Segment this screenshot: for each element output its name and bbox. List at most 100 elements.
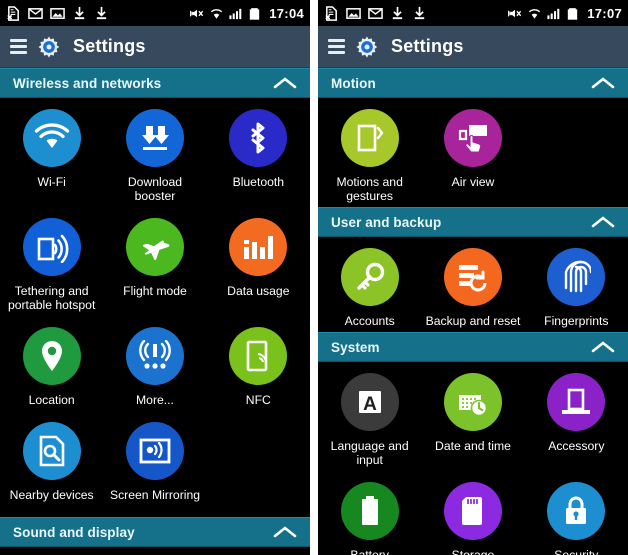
more-networks-icon [125, 327, 184, 385]
battery-icon [340, 482, 399, 540]
grid-item-accessory[interactable]: Accessory [525, 362, 628, 471]
settings-grid-user-backup: Accounts Backup and reset Fingerprints [318, 237, 628, 332]
grid-item-backup-and-reset[interactable]: Backup and reset [421, 237, 524, 332]
grid-item-data-usage[interactable]: Data usage [207, 207, 310, 316]
grid-item-label: Language and input [330, 439, 409, 467]
download-icon [96, 6, 107, 19]
grid-item-nfc[interactable]: NFC [207, 316, 310, 411]
page-title: Settings [391, 36, 464, 56]
section-header-user-and-backup[interactable]: User and backup [318, 207, 628, 237]
status-bar-right-icons: 17:07 [508, 6, 622, 21]
status-bar-right: 17:07 [318, 0, 628, 26]
download-booster-icon [125, 109, 184, 167]
grid-item-label: Motions and gestures [336, 175, 403, 203]
section-title: Motion [331, 75, 376, 91]
grid-item-nearby-devices[interactable]: Nearby devices [0, 411, 103, 506]
status-bar-clock: 17:04 [269, 5, 304, 21]
chevron-up-icon[interactable] [590, 215, 616, 229]
grid-item-label: Download booster [127, 175, 183, 203]
section-title: User and backup [331, 214, 442, 230]
grid-item-label: Accessory [548, 439, 605, 453]
grid-item-label: Storage [451, 548, 495, 555]
section-header-system[interactable]: System [318, 332, 628, 362]
sd-card-icon [443, 482, 502, 540]
download-icon [392, 6, 403, 19]
airplane-icon [125, 218, 184, 276]
grid-item-label: Security [554, 548, 599, 555]
settings-gear-icon [356, 35, 378, 58]
grid-item-motions-and-gestures[interactable]: Motions and gestures [318, 98, 421, 207]
chevron-up-icon[interactable] [590, 340, 616, 354]
lock-icon [547, 482, 606, 540]
chevron-up-icon[interactable] [590, 76, 616, 90]
status-bar-left-icons [6, 5, 190, 21]
mute-vibrate-icon [190, 9, 204, 17]
svg-text:A: A [363, 394, 377, 415]
chevron-up-icon[interactable] [272, 76, 298, 90]
action-bar-right: Settings [318, 26, 628, 68]
section-header-sound-and-display[interactable]: Sound and display [0, 517, 310, 547]
action-bar-left: Settings [0, 26, 310, 68]
wifi-icon [22, 109, 81, 167]
photo-icon [346, 7, 361, 19]
grid-item-label: Flight mode [123, 284, 187, 298]
grid-item-label: Accounts [344, 314, 395, 328]
grid-item-tethering[interactable]: Tethering and portable hotspot [0, 207, 103, 316]
mute-vibrate-icon [508, 9, 522, 17]
grid-item-accounts[interactable]: Accounts [318, 237, 421, 332]
chevron-up-icon[interactable] [272, 525, 298, 539]
grid-item-wifi[interactable]: Wi-Fi [0, 98, 103, 207]
phone-screen-left: 17:04 Settings Wireless and networks Wi-… [0, 0, 310, 555]
signal-bars-icon [229, 8, 242, 19]
grid-item-label: NFC [245, 393, 271, 407]
section-title: Wireless and networks [13, 75, 162, 91]
tethering-icon [22, 218, 81, 276]
grid-item-label: Data usage [227, 284, 290, 298]
grid-item-date-and-time[interactable]: Date and time [421, 362, 524, 471]
grid-item-battery[interactable]: Battery [318, 471, 421, 555]
grid-item-air-view[interactable]: Air view [421, 98, 524, 207]
backup-reset-icon [443, 248, 502, 306]
gmail-icon [368, 7, 383, 19]
settings-screenshot-pair: 17:04 Settings Wireless and networks Wi-… [0, 0, 628, 555]
download-icon [74, 6, 85, 19]
section-header-wireless-and-networks[interactable]: Wireless and networks [0, 68, 310, 98]
wifi-icon [529, 8, 541, 19]
download-icon [414, 6, 425, 19]
grid-item-storage[interactable]: Storage [421, 471, 524, 555]
grid-item-bluetooth[interactable]: Bluetooth [207, 98, 310, 207]
status-bar-left-icons [324, 5, 508, 21]
grid-item-more[interactable]: More... [103, 316, 206, 411]
section-title: System [331, 339, 380, 355]
battery-icon [568, 7, 578, 20]
page-title: Settings [73, 36, 146, 56]
hamburger-menu-icon[interactable] [10, 39, 27, 54]
gmail-icon [28, 7, 43, 19]
grid-item-fingerprints[interactable]: Fingerprints [525, 237, 628, 332]
grid-item-security[interactable]: Security [525, 471, 628, 555]
accessory-icon [547, 373, 606, 431]
grid-item-label: Screen Mirroring [109, 488, 201, 502]
status-bar-left: 17:04 [0, 0, 310, 26]
grid-item-download-booster[interactable]: Download booster [103, 98, 206, 207]
grid-item-location[interactable]: Location [0, 316, 103, 411]
grid-item-label: Air view [451, 175, 495, 189]
location-pin-icon [22, 327, 81, 385]
status-bar-clock: 17:07 [587, 5, 622, 21]
grid-item-label: Wi-Fi [37, 175, 66, 189]
grid-item-label: Fingerprints [544, 314, 609, 328]
hamburger-menu-icon[interactable] [328, 39, 345, 54]
grid-item-screen-mirroring[interactable]: Screen Mirroring [103, 411, 206, 506]
nearby-devices-icon [22, 422, 81, 480]
settings-gear-icon [38, 35, 60, 58]
section-header-motion[interactable]: Motion [318, 68, 628, 98]
grid-item-label: Battery [350, 548, 389, 555]
grid-item-language-and-input[interactable]: A Language and input [318, 362, 421, 471]
grid-item-flight-mode[interactable]: Flight mode [103, 207, 206, 316]
key-icon [340, 248, 399, 306]
photo-icon [50, 7, 65, 19]
grid-item-label: More... [136, 393, 174, 407]
screen-mirroring-icon [125, 422, 184, 480]
phone-screen-right: 17:07 Settings Motion Motions and gestur… [318, 0, 628, 555]
language-input-icon: A [340, 373, 399, 431]
